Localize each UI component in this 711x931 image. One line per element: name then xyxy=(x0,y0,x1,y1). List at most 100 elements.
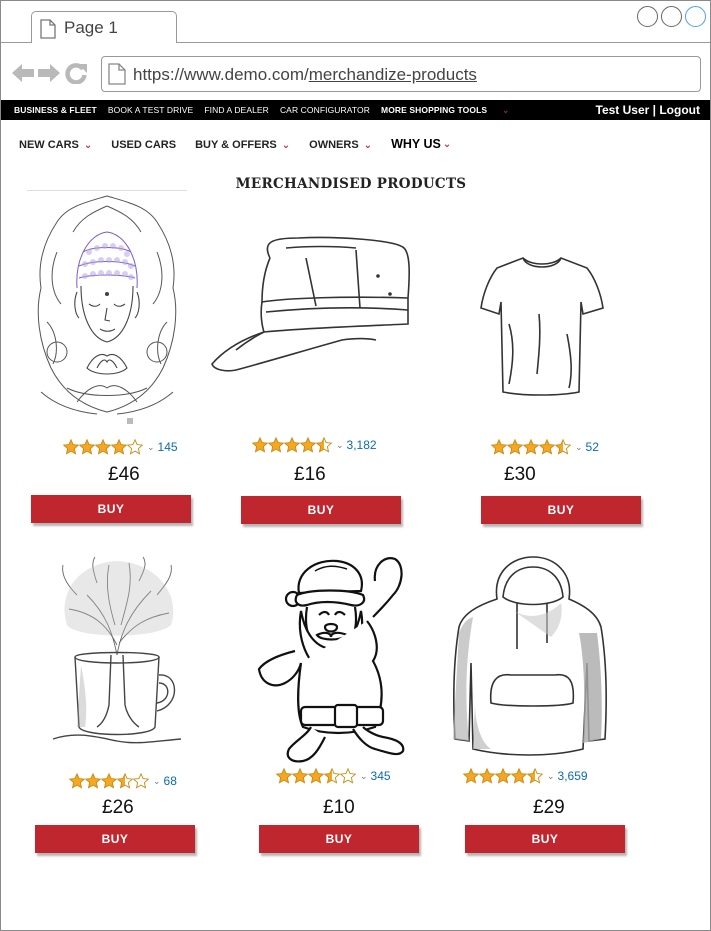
maximize-icon[interactable] xyxy=(661,6,682,27)
star-full-icon xyxy=(268,437,284,453)
chevron-down-icon: ⌄ xyxy=(547,770,555,781)
star-rating xyxy=(252,437,332,453)
product-price: £29 xyxy=(533,797,565,818)
address-bar[interactable]: https://www.demo.com/merchandize-product… xyxy=(101,56,701,92)
chevron-down-icon: ⌄ xyxy=(281,139,291,151)
browser-window: Page 1 https://www.demo.com/merchandize-… xyxy=(0,0,711,931)
nav-used-cars[interactable]: USED CARS xyxy=(111,139,176,151)
products-section: MERCHANDISED PRODUCTS ⌄ 145 £46 BUY ⌄ 3,… xyxy=(1,170,710,930)
chevron-down-icon: ⌄ xyxy=(575,441,583,452)
star-full-icon xyxy=(95,439,111,455)
review-count[interactable]: 3,659 xyxy=(558,769,588,783)
close-icon[interactable] xyxy=(685,6,706,27)
buy-button[interactable]: BUY xyxy=(31,495,191,523)
chevron-down-icon: ⌄ xyxy=(502,105,510,115)
nav-why-us[interactable]: WHY US ⌄ xyxy=(391,137,451,151)
star-full-icon xyxy=(252,437,268,453)
star-rating xyxy=(463,768,543,784)
product-price: £26 xyxy=(102,797,134,818)
star-full-icon xyxy=(292,768,308,784)
product-rating[interactable]: ⌄ 145 xyxy=(63,439,178,455)
nav-owners[interactable]: OWNERS ⌄ xyxy=(309,139,372,151)
link-more-shopping-tools[interactable]: MORE SHOPPING TOOLS ⌄ xyxy=(381,105,520,116)
star-full-icon xyxy=(69,773,85,789)
review-count[interactable]: 345 xyxy=(371,769,391,783)
buy-button[interactable]: BUY xyxy=(35,825,195,853)
back-arrow-icon[interactable] xyxy=(11,62,35,84)
page-icon xyxy=(108,63,126,85)
star-full-icon xyxy=(491,439,507,455)
star-empty-icon xyxy=(127,439,143,455)
link-business-fleet[interactable]: BUSINESS & FLEET xyxy=(14,105,97,116)
chevron-down-icon: ⌄ xyxy=(153,775,161,786)
chevron-down-icon: ⌄ xyxy=(360,770,368,781)
star-full-icon xyxy=(511,768,527,784)
star-full-icon xyxy=(79,439,95,455)
product-price: £10 xyxy=(323,797,355,818)
star-full-icon xyxy=(495,768,511,784)
star-half-icon xyxy=(316,437,332,453)
star-full-icon xyxy=(479,768,495,784)
star-full-icon xyxy=(539,439,555,455)
nav-buy-offers[interactable]: BUY & OFFERS ⌄ xyxy=(195,139,290,151)
chevron-down-icon: ⌄ xyxy=(442,138,452,150)
product-image[interactable] xyxy=(27,192,187,428)
product-image[interactable] xyxy=(47,555,187,755)
star-full-icon xyxy=(300,437,316,453)
tab-title: Page 1 xyxy=(64,18,118,37)
product-rating[interactable]: ⌄ 3,182 xyxy=(252,437,377,453)
chevron-down-icon: ⌄ xyxy=(147,441,155,452)
star-empty-icon xyxy=(340,768,356,784)
link-find-dealer[interactable]: FIND A DEALER xyxy=(204,105,269,116)
star-full-icon xyxy=(308,768,324,784)
reload-icon[interactable] xyxy=(63,62,89,84)
minimize-icon[interactable] xyxy=(637,6,658,27)
tab-strip: Page 1 xyxy=(1,1,710,43)
star-rating xyxy=(491,439,571,455)
star-half-icon xyxy=(117,773,133,789)
product-rating[interactable]: ⌄ 345 xyxy=(276,768,391,784)
chevron-down-icon: ⌄ xyxy=(363,139,373,151)
user-logout-link[interactable]: Test User | Logout xyxy=(596,103,700,117)
star-full-icon xyxy=(463,768,479,784)
star-rating xyxy=(63,439,143,455)
product-rating[interactable]: ⌄ 3,659 xyxy=(463,768,588,784)
review-count[interactable]: 68 xyxy=(164,774,177,788)
main-navigation: NEW CARS ⌄ USED CARS BUY & OFFERS ⌄ OWNERS… xyxy=(1,120,710,170)
review-count[interactable]: 145 xyxy=(158,440,178,454)
link-car-configurator[interactable]: CAR CONFIGURATOR xyxy=(280,105,370,116)
address-row: https://www.demo.com/merchandize-product… xyxy=(1,44,710,100)
star-full-icon xyxy=(276,768,292,784)
buy-button[interactable]: BUY xyxy=(259,825,419,853)
buy-button[interactable]: BUY xyxy=(241,496,401,524)
review-count[interactable]: 52 xyxy=(586,440,599,454)
product-image[interactable] xyxy=(479,254,605,396)
page-title: MERCHANDISED PRODUCTS xyxy=(235,176,467,192)
product-image[interactable] xyxy=(255,551,411,763)
product-rating[interactable]: ⌄ 68 xyxy=(69,773,177,789)
star-full-icon xyxy=(111,439,127,455)
star-half-icon xyxy=(555,439,571,455)
star-full-icon xyxy=(101,773,117,789)
product-price: £46 xyxy=(108,464,140,485)
star-full-icon xyxy=(63,439,79,455)
star-full-icon xyxy=(85,773,101,789)
product-price: £16 xyxy=(294,464,326,485)
nav-new-cars[interactable]: NEW CARS ⌄ xyxy=(19,139,92,151)
page-icon xyxy=(40,19,56,39)
browser-tab[interactable]: Page 1 xyxy=(31,11,177,43)
chevron-down-icon: ⌄ xyxy=(83,139,93,151)
product-rating[interactable]: ⌄ 52 xyxy=(491,439,599,455)
product-price: £30 xyxy=(504,464,536,485)
product-image[interactable] xyxy=(451,553,609,763)
product-image[interactable] xyxy=(206,228,414,378)
star-empty-icon xyxy=(133,773,149,789)
window-controls xyxy=(637,6,706,27)
link-book-test-drive[interactable]: BOOK A TEST DRIVE xyxy=(108,105,193,116)
buy-button[interactable]: BUY xyxy=(481,496,641,524)
buy-button[interactable]: BUY xyxy=(465,825,625,853)
forward-arrow-icon[interactable] xyxy=(37,62,61,84)
review-count[interactable]: 3,182 xyxy=(347,438,377,452)
utility-bar: BUSINESS & FLEET BOOK A TEST DRIVE FIND … xyxy=(1,100,710,120)
star-full-icon xyxy=(284,437,300,453)
